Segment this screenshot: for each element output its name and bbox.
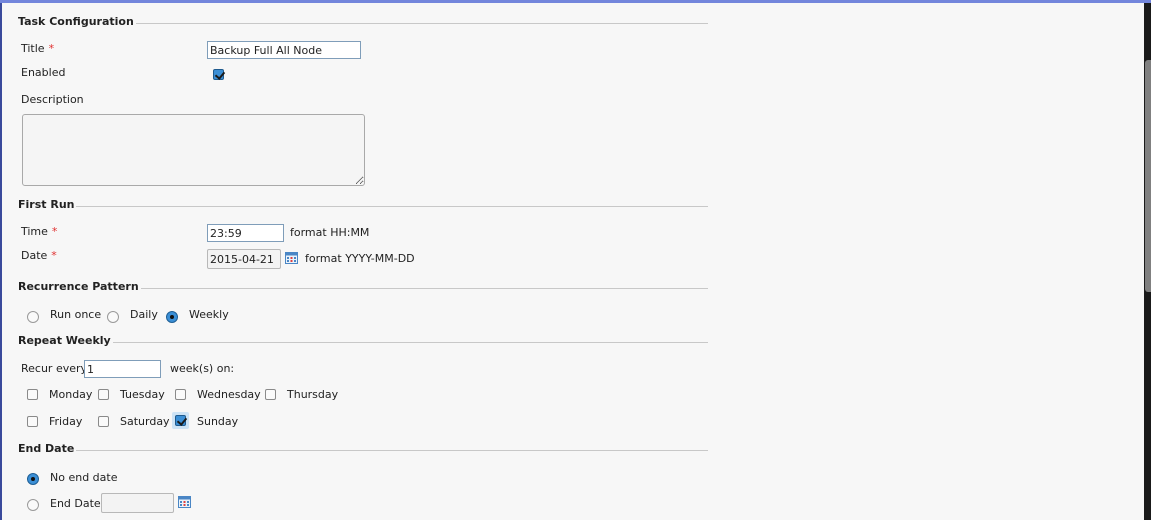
description-textarea[interactable] [22,114,365,186]
section-heading: First Run [18,198,77,211]
weeks-on-label: week(s) on: [170,362,235,375]
recurrence-weekly-radio[interactable] [166,311,178,323]
section-divider [18,206,708,207]
recur-every-input[interactable] [84,360,161,378]
no-end-date-radio[interactable] [27,473,39,485]
description-label: Description [21,93,84,106]
section-task-configuration: Task Configuration [18,15,708,29]
end-date-input[interactable] [101,493,174,513]
time-input[interactable] [207,224,284,242]
time-format-hint: format HH:MM [290,226,370,239]
required-asterisk: * [48,42,55,55]
day-tuesday-label[interactable]: Tuesday [120,388,165,401]
enabled-label: Enabled [21,66,66,79]
section-heading: Task Configuration [18,15,136,28]
section-heading: Recurrence Pattern [18,280,141,293]
recurrence-run-once-radio[interactable] [27,311,39,323]
section-divider [18,342,708,343]
day-friday-label[interactable]: Friday [49,415,82,428]
day-friday-checkbox[interactable] [27,416,38,427]
day-thursday-label[interactable]: Thursday [287,388,338,401]
section-first-run: First Run [18,198,708,212]
recurrence-run-once-label[interactable]: Run once [50,308,101,321]
section-repeat-weekly: Repeat Weekly [18,334,708,348]
calendar-icon[interactable] [285,251,298,264]
section-heading: End Date [18,442,77,455]
recurrence-weekly-label[interactable]: Weekly [189,308,229,321]
day-monday-checkbox[interactable] [27,389,38,400]
day-sunday-checkbox[interactable] [175,415,186,426]
day-saturday-checkbox[interactable] [98,416,109,427]
no-end-date-label[interactable]: No end date [50,471,117,484]
end-date-label[interactable]: End Date [50,497,101,510]
vertical-scrollbar-thumb[interactable] [1145,60,1151,292]
day-wednesday-checkbox[interactable] [175,389,186,400]
section-end-date: End Date [18,442,708,456]
time-label: Time * [21,225,58,238]
recurrence-daily-label[interactable]: Daily [130,308,158,321]
date-format-hint: format YYYY-MM-DD [305,252,415,265]
day-tuesday-checkbox[interactable] [98,389,109,400]
day-thursday-checkbox[interactable] [265,389,276,400]
date-label: Date * [21,249,57,262]
recur-every-label: Recur every [21,362,88,375]
calendar-icon[interactable] [178,495,191,508]
window-left-edge [0,3,2,520]
required-asterisk: * [51,249,57,262]
day-wednesday-label[interactable]: Wednesday [197,388,261,401]
day-sunday-label[interactable]: Sunday [197,415,238,428]
section-recurrence-pattern: Recurrence Pattern [18,280,708,294]
title-input[interactable] [207,41,361,59]
date-input[interactable] [207,249,281,269]
day-saturday-label[interactable]: Saturday [120,415,170,428]
window-top-bar [0,0,1151,3]
section-heading: Repeat Weekly [18,334,113,347]
recurrence-daily-radio[interactable] [107,311,119,323]
end-date-radio[interactable] [27,499,39,511]
title-label: Title * [21,42,55,55]
required-asterisk: * [51,225,58,238]
section-divider [18,450,708,451]
enabled-checkbox[interactable] [213,69,224,80]
day-monday-label[interactable]: Monday [49,388,92,401]
